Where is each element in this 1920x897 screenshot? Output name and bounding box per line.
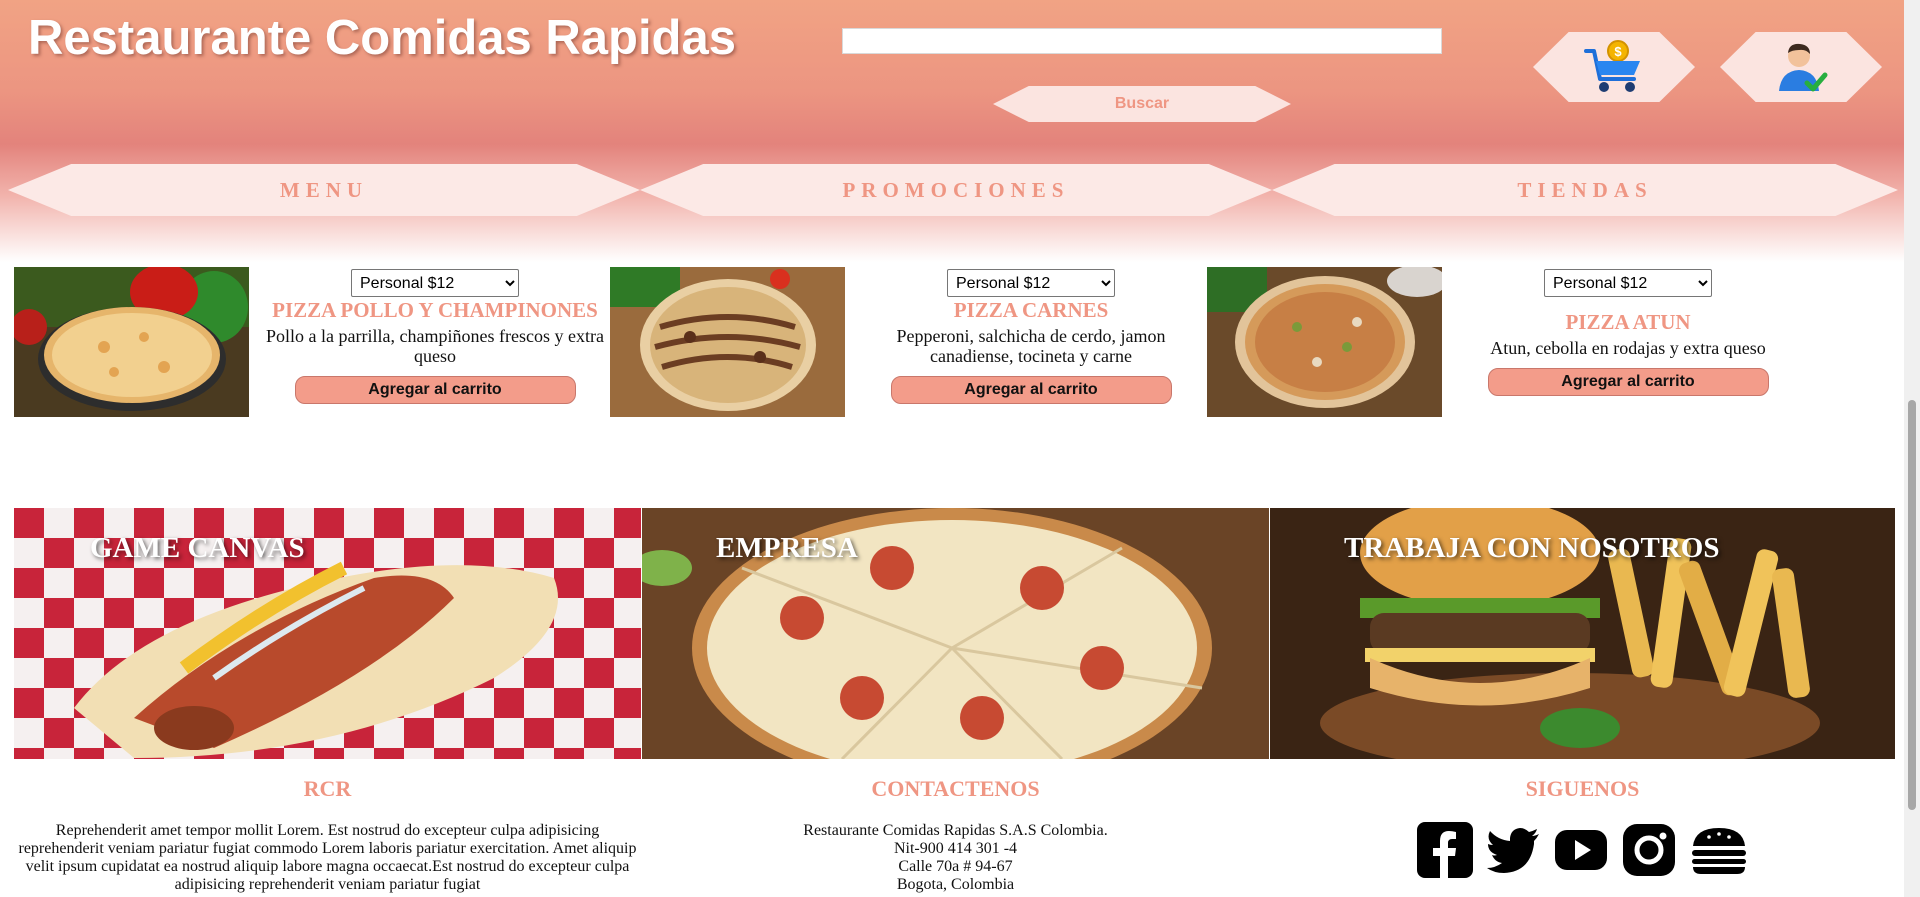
banner-game-canvas[interactable]: GAME CANVAS	[14, 508, 641, 759]
tab-promociones[interactable]: PROMOCIONES	[640, 164, 1272, 216]
company-address: Calle 70a # 94-67	[898, 858, 1013, 875]
tab-tiendas[interactable]: TIENDAS	[1272, 164, 1898, 216]
youtube-icon[interactable]	[1553, 822, 1609, 878]
contact-details: Restaurante Comidas Rapidas S.A.S Colomb…	[642, 822, 1269, 894]
product-name: PIZZA ATUN	[1565, 310, 1691, 334]
site-title: Restaurante Comidas Rapidas	[28, 11, 736, 65]
add-to-cart-button[interactable]: Agregar al carrito	[890, 376, 1172, 404]
size-select[interactable]: Personal $12	[947, 269, 1115, 297]
product-info: Personal $12 PIZZA CARNES Pepperoni, sal…	[856, 266, 1206, 404]
instagram-icon[interactable]	[1621, 822, 1677, 878]
product-info: Personal $12 PIZZA ATUN Atun, cebolla en…	[1453, 266, 1803, 396]
size-select[interactable]: Personal $12	[1544, 269, 1712, 297]
search-button[interactable]: Buscar	[993, 86, 1291, 122]
banner-title: TRABAJA CON NOSOTROS	[1344, 532, 1720, 564]
banner-empresa[interactable]: EMPRESA	[642, 508, 1269, 759]
search-input[interactable]	[842, 28, 1442, 54]
product-description: Pollo a la parrilla, champiñones frescos…	[266, 326, 604, 366]
tab-menu[interactable]: MENU	[8, 164, 640, 216]
social-links	[1270, 822, 1895, 878]
facebook-icon[interactable]	[1416, 822, 1473, 878]
company-nit: Nit-900 414 301 -4	[893, 840, 1018, 857]
footer-text: Reprehenderit amet tempor mollit Lorem. …	[18, 822, 637, 893]
product-card: Personal $12 PIZZA CARNES Pepperoni, sal…	[610, 266, 1206, 436]
product-image	[1207, 267, 1442, 417]
company-city: Bogota, Colombia	[896, 876, 1015, 893]
company-name: Restaurante Comidas Rapidas S.A.S Colomb…	[803, 822, 1108, 839]
user-check-icon	[1779, 43, 1828, 92]
product-info: Personal $12 PIZZA POLLO Y CHAMPINONES P…	[260, 266, 610, 404]
footer-contact: CONTACTENOS Restaurante Comidas Rapidas …	[642, 776, 1269, 894]
footer-heading: CONTACTENOS	[871, 776, 1040, 801]
user-button[interactable]	[1720, 32, 1882, 102]
footer-social: SIGUENOS	[1270, 776, 1895, 878]
cart-button[interactable]: $	[1533, 32, 1695, 102]
site-header: Restaurante Comidas Rapidas Buscar $ MEN…	[0, 0, 1904, 262]
twitter-icon[interactable]	[1485, 822, 1541, 878]
product-description: Pepperoni, salchicha de cerdo, jamon can…	[896, 326, 1166, 366]
product-card: Personal $12 PIZZA ATUN Atun, cebolla en…	[1207, 266, 1803, 436]
footer-rcr: RCR Reprehenderit amet tempor mollit Lor…	[14, 776, 641, 894]
add-to-cart-button[interactable]: Agregar al carrito	[294, 376, 576, 404]
scrollbar-thumb[interactable]	[1908, 400, 1916, 810]
banner-title: GAME CANVAS	[90, 532, 305, 564]
product-image	[610, 267, 845, 417]
product-description: Atun, cebolla en rodajas y extra queso	[1490, 338, 1766, 358]
banner-trabaja-con-nosotros[interactable]: TRABAJA CON NOSOTROS	[1270, 508, 1895, 759]
add-to-cart-button[interactable]: Agregar al carrito	[1487, 368, 1769, 396]
product-name: PIZZA POLLO Y CHAMPINONES	[272, 298, 598, 322]
product-name: PIZZA CARNES	[953, 298, 1109, 322]
product-card: Personal $12 PIZZA POLLO Y CHAMPINONES P…	[14, 266, 610, 436]
burger-icon[interactable]	[1689, 822, 1749, 878]
size-select[interactable]: Personal $12	[351, 269, 519, 297]
footer-heading: RCR	[303, 776, 352, 801]
shopping-cart-icon: $	[1584, 40, 1640, 92]
svg-text:$: $	[1614, 44, 1622, 59]
banner-title: EMPRESA	[716, 532, 858, 564]
page-scrollbar[interactable]	[1904, 0, 1920, 897]
product-image	[14, 267, 249, 417]
footer-heading: SIGUENOS	[1525, 776, 1640, 801]
